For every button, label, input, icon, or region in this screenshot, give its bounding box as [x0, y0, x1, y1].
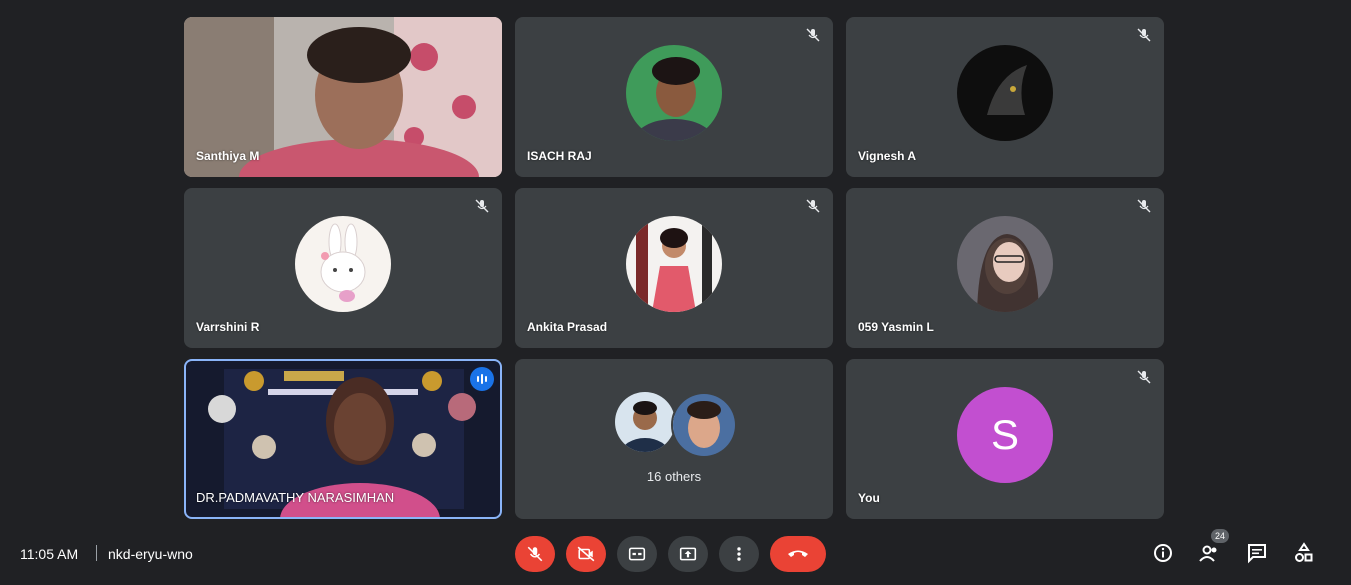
participant-tile-ankita[interactable]: Ankita Prasad [515, 188, 833, 348]
avatar [957, 45, 1053, 141]
chat-icon[interactable] [1246, 542, 1268, 564]
meet-call-window: Santhiya M ISACH RAJ Vignesh A Varrshini… [0, 0, 1351, 585]
avatar [957, 216, 1053, 312]
mic-toggle-button[interactable] [515, 536, 555, 572]
captions-icon [628, 547, 646, 561]
participant-name: You [858, 491, 880, 505]
participant-tile-santhiya[interactable]: Santhiya M [184, 17, 502, 177]
leave-call-button[interactable] [770, 536, 826, 572]
participant-tile-vignesh[interactable]: Vignesh A [846, 17, 1164, 177]
avatar [671, 392, 737, 458]
participant-tile-isach-raj[interactable]: ISACH RAJ [515, 17, 833, 177]
participant-tile-padmavathy[interactable]: DR.PADMAVATHY NARASIMHAN [184, 359, 502, 519]
mic-off-icon [1137, 370, 1151, 384]
present-icon [679, 547, 697, 561]
participant-name: Santhiya M [196, 149, 260, 163]
more-options-button[interactable] [719, 536, 759, 572]
speaking-indicator-icon [470, 367, 494, 391]
meeting-code: nkd-eryu-wno [108, 546, 193, 562]
leave-call-icon [788, 550, 808, 557]
participant-name: Varrshini R [196, 320, 260, 334]
bottom-control-bar: 11:05 AM nkd-eryu-wno 24 [0, 524, 1351, 585]
info-icon[interactable] [1152, 542, 1174, 564]
participant-tile-varrshini[interactable]: Varrshini R [184, 188, 502, 348]
people-icon[interactable] [1198, 542, 1220, 564]
mic-off-icon [1137, 28, 1151, 42]
mic-off-icon [475, 199, 489, 213]
participant-name: 059 Yasmin L [858, 320, 934, 334]
present-button[interactable] [668, 536, 708, 572]
participant-count-badge: 24 [1211, 529, 1229, 543]
participant-name: ISACH RAJ [527, 149, 592, 163]
participant-tile-others[interactable]: 16 others [515, 359, 833, 519]
mic-off-icon [1137, 199, 1151, 213]
divider [96, 545, 97, 561]
avatar [626, 45, 722, 141]
participant-name: DR.PADMAVATHY NARASIMHAN [196, 490, 395, 505]
avatar [295, 216, 391, 312]
mic-off-icon [527, 546, 543, 562]
activities-icon[interactable] [1293, 542, 1315, 564]
captions-button[interactable] [617, 536, 657, 572]
participant-name: Vignesh A [858, 149, 917, 163]
avatar-initial: S [957, 387, 1053, 483]
participant-tile-you[interactable]: S You [846, 359, 1164, 519]
mic-off-icon [806, 28, 820, 42]
mic-off-icon [806, 199, 820, 213]
avatar [615, 392, 675, 452]
current-time: 11:05 AM [20, 546, 79, 562]
more-options-icon [737, 547, 741, 561]
participant-name: Ankita Prasad [527, 320, 608, 334]
others-count-label: 16 others [646, 469, 702, 484]
camera-toggle-button[interactable] [566, 536, 606, 572]
camera-off-icon [577, 546, 595, 562]
participant-tile-yasmin[interactable]: 059 Yasmin L [846, 188, 1164, 348]
avatar [626, 216, 722, 312]
